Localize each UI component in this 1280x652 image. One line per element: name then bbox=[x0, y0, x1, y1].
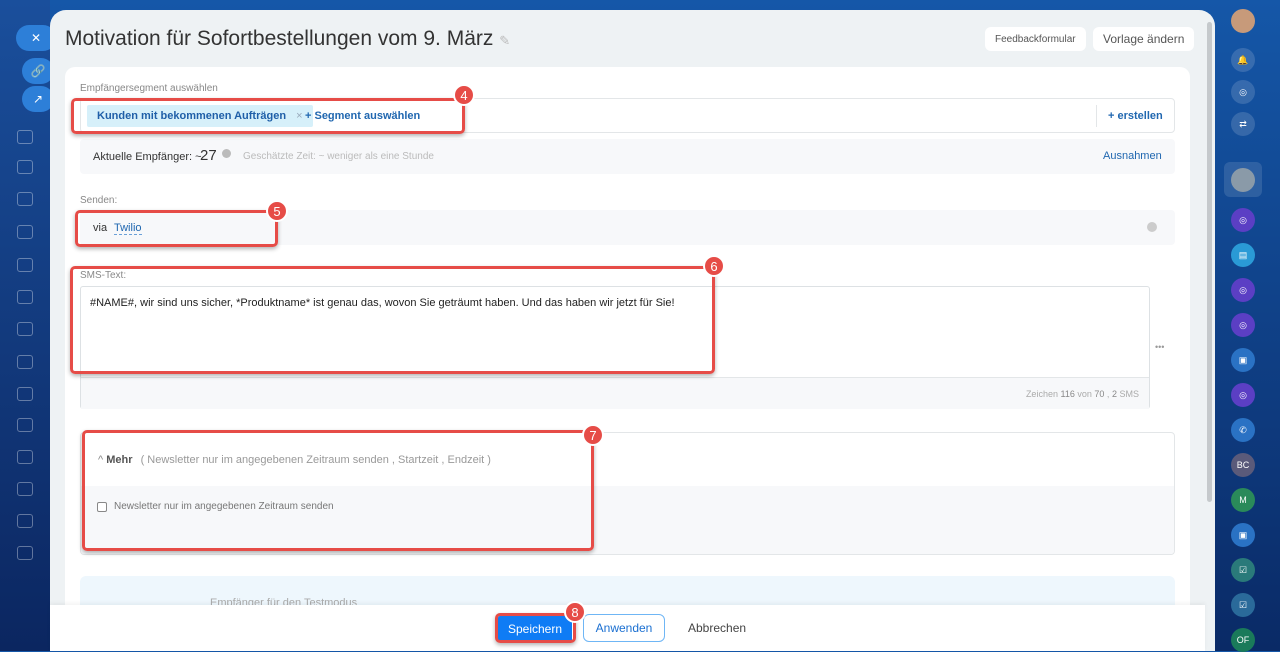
copilot-icon[interactable]: ◎ bbox=[1231, 80, 1255, 104]
sms-counter: Zeichen 116 von 70 , 2 SMS bbox=[81, 377, 1149, 409]
contact-card-icon[interactable]: ▣ bbox=[1231, 348, 1255, 372]
settings-icon[interactable] bbox=[17, 514, 33, 528]
filter-icon[interactable] bbox=[17, 450, 33, 464]
annotation-box-5 bbox=[75, 210, 278, 247]
change-template-button[interactable]: Vorlage ändern bbox=[1093, 27, 1195, 51]
annotation-badge: 8 bbox=[564, 601, 586, 623]
calendar-icon[interactable] bbox=[17, 192, 33, 206]
annotation-badge: 7 bbox=[582, 424, 604, 446]
tasks-icon[interactable] bbox=[17, 290, 33, 304]
pen-icon[interactable] bbox=[17, 387, 33, 401]
chat-avatar-of[interactable]: OF bbox=[1231, 628, 1255, 652]
file-icon[interactable] bbox=[17, 482, 33, 496]
chat-avatar-m[interactable]: M bbox=[1231, 488, 1255, 512]
help-icon[interactable] bbox=[222, 149, 231, 158]
contact-avatar[interactable] bbox=[1231, 168, 1255, 192]
more-options-icon[interactable]: ••• bbox=[1155, 342, 1164, 352]
monitor-icon[interactable] bbox=[17, 258, 33, 272]
edit-pencil-icon[interactable]: ✎ bbox=[499, 33, 510, 48]
document-icon[interactable] bbox=[17, 160, 33, 174]
annotation-badge: 6 bbox=[703, 255, 725, 277]
feedback-button[interactable]: Feedbackformular bbox=[985, 27, 1086, 51]
link-icon: 🔗 bbox=[30, 64, 46, 78]
annotation-box-4 bbox=[71, 98, 465, 134]
external-link-icon: ↗ bbox=[32, 92, 44, 106]
contact-card-icon[interactable]: ▣ bbox=[1231, 523, 1255, 547]
annotation-badge: 4 bbox=[453, 84, 475, 106]
chat-sync-icon[interactable]: ⇄ bbox=[1231, 112, 1255, 136]
help-icon[interactable] bbox=[1147, 222, 1157, 232]
page-title: Motivation für Sofortbestellungen vom 9.… bbox=[65, 27, 511, 50]
cancel-button[interactable]: Abbrechen bbox=[688, 621, 746, 635]
annotation-box-8 bbox=[495, 613, 576, 643]
apply-button[interactable]: Anwenden bbox=[583, 614, 665, 642]
chat-icon[interactable] bbox=[17, 355, 33, 369]
bell-icon[interactable]: 🔔 bbox=[1231, 48, 1255, 72]
annotation-box-6 bbox=[70, 266, 715, 374]
chat-icon[interactable]: ▤ bbox=[1231, 243, 1255, 267]
scrollbar[interactable] bbox=[1207, 22, 1212, 502]
chat-avatar-bc[interactable]: BC bbox=[1231, 453, 1255, 477]
close-icon: ✕ bbox=[30, 31, 42, 45]
recipients-info: Aktuelle Empfänger: ~ 27 Geschätzte Zeit… bbox=[80, 139, 1175, 174]
open-channel-icon[interactable]: ◎ bbox=[1231, 383, 1255, 407]
create-segment-link[interactable]: + erstellen bbox=[1108, 110, 1163, 122]
contacts-icon[interactable] bbox=[17, 130, 33, 144]
open-channel-icon[interactable]: ◎ bbox=[1231, 208, 1255, 232]
open-channel-icon[interactable]: ◎ bbox=[1231, 278, 1255, 302]
recipients-count: 27 bbox=[200, 147, 217, 164]
task-icon[interactable]: ☑ bbox=[1231, 558, 1255, 582]
annotation-box-7 bbox=[82, 430, 594, 551]
task-icon[interactable]: ☑ bbox=[1231, 593, 1255, 617]
store-icon[interactable] bbox=[17, 418, 33, 432]
open-channel-icon[interactable]: ◎ bbox=[1231, 313, 1255, 337]
exceptions-link[interactable]: Ausnahmen bbox=[1103, 150, 1162, 162]
mail-icon[interactable] bbox=[17, 322, 33, 336]
list-icon[interactable] bbox=[17, 546, 33, 560]
user-avatar[interactable] bbox=[1231, 9, 1255, 33]
footer-bar: Speichern Anwenden Abbrechen bbox=[50, 605, 1205, 651]
card-icon[interactable] bbox=[17, 225, 33, 239]
phone-icon[interactable]: ✆ bbox=[1231, 418, 1255, 442]
annotation-badge: 5 bbox=[266, 200, 288, 222]
